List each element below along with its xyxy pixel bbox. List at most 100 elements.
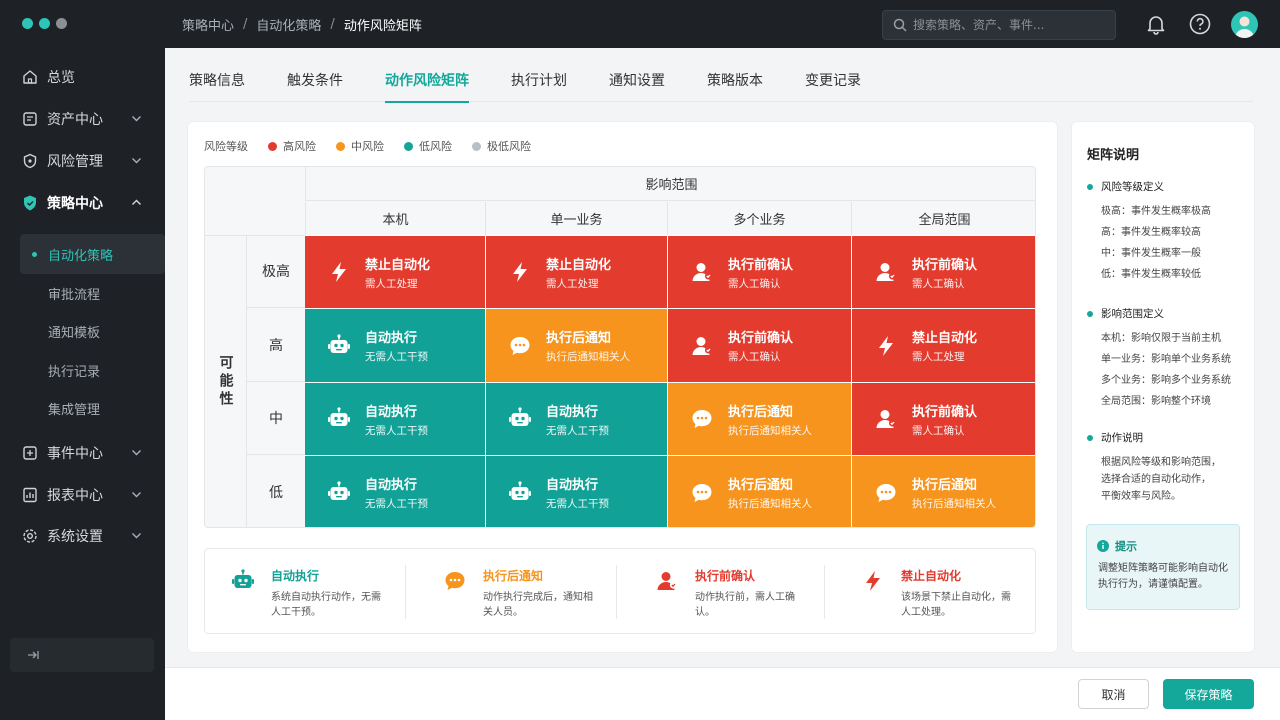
sub-item-integrations[interactable]: 集成管理: [0, 389, 165, 427]
active-dot: [32, 252, 37, 257]
cell-text: 执行前确认 需人工确认: [728, 254, 793, 291]
search-box[interactable]: [882, 10, 1116, 40]
action-desc: 系统自动执行动作，无需人工干预。: [271, 592, 381, 618]
sidebar-item-label: 事件中心: [47, 446, 103, 462]
collapse-sidebar-button[interactable]: [10, 638, 154, 672]
cell-title: 自动执行: [546, 478, 599, 493]
action-desc: 动作执行完成后，通知相关人员。: [483, 592, 593, 618]
row-header: 低: [269, 485, 283, 501]
sub-item-label: 集成管理: [48, 402, 101, 418]
tab-trigger[interactable]: 触发条件: [287, 58, 343, 102]
legend-swatch: [404, 141, 413, 151]
cell-title: 执行前确认: [912, 257, 978, 273]
cell-text: 自动执行 无需人工干预: [546, 401, 609, 438]
sub-item-approval[interactable]: 审批流程: [0, 274, 165, 312]
matrix-description-panel: 矩阵说明 风险等级定义 极高：事件发生概率极高 高：事件发生概率较高 中：事件发…: [1071, 121, 1255, 653]
section-label: 动作说明: [1101, 432, 1143, 444]
legend-swatch: [472, 141, 481, 151]
sidebar-item-settings[interactable]: 系统设置: [0, 515, 165, 557]
row-header: 极高: [247, 235, 305, 308]
matrix-cell[interactable]: 禁止自动化 需人工处理: [486, 236, 667, 308]
tab-versions[interactable]: 策略版本: [707, 58, 763, 102]
breadcrumb-item[interactable]: 自动化策略: [256, 15, 321, 34]
cell-subtitle: 无需人工干预: [546, 498, 609, 510]
tip-title-text: 提示: [1115, 540, 1137, 553]
tab-bar: 策略信息 触发条件 动作风险矩阵 执行计划 通知设置 策略版本 变更记录: [189, 58, 1253, 103]
cell-text: 自动执行 无需人工干预: [546, 474, 609, 511]
avatar[interactable]: [1231, 11, 1258, 38]
sub-item-templates[interactable]: 通知模板: [0, 312, 165, 350]
cell-text: 执行前确认 需人工确认: [728, 327, 793, 364]
breadcrumb-item[interactable]: 策略中心: [182, 15, 234, 34]
home-icon: [23, 70, 37, 84]
search-input[interactable]: [913, 18, 1103, 32]
matrix-cell[interactable]: 执行后通知 执行后通知相关人: [486, 309, 667, 382]
panel-line: 低：事件发生概率较低: [1101, 269, 1201, 280]
breadcrumb-sep: /: [243, 17, 248, 32]
matrix-cell[interactable]: 自动执行 无需人工干预: [305, 383, 485, 455]
sub-item-records[interactable]: 执行记录: [0, 351, 165, 389]
chevron-up-icon: [132, 199, 141, 205]
matrix-cell[interactable]: 禁止自动化 需人工处理: [305, 236, 485, 308]
tip-box: 提示 调整矩阵策略可能影响自动化执行行为，请谨慎配置。: [1086, 524, 1240, 610]
sub-item-automation[interactable]: 自动化策略: [0, 235, 165, 273]
tab-notify[interactable]: 通知设置: [609, 58, 665, 102]
risk-matrix: 影响范围 本机 单一业务 多个业务 全局范围 可能性 极高 高 中 低 禁止自动…: [204, 166, 1036, 528]
action-legend-item: 禁止自动化 该场景下禁止自动化，需人工处理。: [861, 549, 1011, 635]
action-title: 执行前确认: [695, 569, 756, 583]
help-icon[interactable]: [1188, 12, 1212, 36]
matrix-cell[interactable]: 执行前确认 需人工确认: [852, 236, 1035, 308]
sidebar-item-strategy[interactable]: 策略中心: [0, 182, 165, 224]
sidebar-item-label: 资产中心: [47, 112, 103, 128]
event-icon: [23, 446, 37, 460]
cell-title: 执行前确认: [728, 331, 794, 346]
cell-text: 自动执行 无需人工干预: [365, 401, 428, 438]
tip-title: 提示: [1097, 538, 1137, 554]
chevron-down-icon: [132, 533, 141, 539]
tab-info[interactable]: 策略信息: [189, 58, 245, 102]
chat-icon: [690, 407, 714, 431]
matrix-cell[interactable]: 执行后通知 执行后通知相关人: [668, 456, 851, 527]
tab-schedule[interactable]: 执行计划: [511, 58, 567, 102]
scope-title: 影响范围: [305, 167, 1035, 201]
chevron-down-icon: [132, 158, 141, 164]
save-button[interactable]: 保存策略: [1163, 679, 1254, 709]
matrix-cell[interactable]: 执行后通知 执行后通知相关人: [852, 456, 1035, 527]
sub-item-label: 审批流程: [48, 287, 101, 303]
matrix-cell[interactable]: 执行后通知 执行后通知相关人: [668, 383, 851, 455]
chat-icon: [443, 569, 467, 593]
sidebar-item-assets[interactable]: 资产中心: [0, 98, 165, 140]
cancel-button[interactable]: 取消: [1078, 679, 1149, 709]
chevron-down-icon: [132, 450, 141, 456]
window-dot: [22, 18, 33, 29]
matrix-cell[interactable]: 执行前确认 需人工确认: [668, 309, 851, 382]
sidebar-item-reports[interactable]: 报表中心: [0, 474, 165, 516]
matrix-cell[interactable]: 自动执行 无需人工干预: [486, 456, 667, 527]
action-legend-text: 禁止自动化 该场景下禁止自动化，需人工处理。: [901, 567, 1011, 635]
cell-text: 自动执行 无需人工干预: [365, 474, 428, 511]
bolt-icon: [327, 260, 351, 284]
sidebar-item-risk[interactable]: 风险管理: [0, 140, 165, 182]
matrix-cell[interactable]: 自动执行 无需人工干预: [305, 309, 485, 382]
cell-title: 执行后通知: [728, 478, 794, 493]
sidebar-item-overview[interactable]: 总览: [0, 56, 165, 98]
matrix-cell[interactable]: 自动执行 无需人工干预: [486, 383, 667, 455]
cell-text: 禁止自动化 需人工处理: [546, 254, 611, 291]
sidebar-item-events[interactable]: 事件中心: [0, 432, 165, 474]
gear-icon: [23, 529, 37, 543]
matrix-cell[interactable]: 自动执行 无需人工干预: [305, 456, 485, 527]
action-desc: 该场景下禁止自动化，需人工处理。: [901, 592, 1011, 618]
matrix-cell[interactable]: 执行前确认 需人工确认: [668, 236, 851, 308]
sidebar-item-label: 总览: [47, 70, 75, 86]
tab-risk-matrix[interactable]: 动作风险矩阵: [385, 58, 469, 103]
cell-text: 执行后通知 执行后通知相关人: [912, 474, 996, 511]
legend-item: 极低风险: [472, 138, 531, 154]
matrix-cell[interactable]: 禁止自动化 需人工处理: [852, 309, 1035, 382]
matrix-cell[interactable]: 执行前确认 需人工确认: [852, 383, 1035, 455]
action-desc: 动作执行前，需人工确认。: [695, 592, 795, 618]
bullet-dot: [1087, 183, 1093, 190]
bell-icon[interactable]: [1144, 12, 1168, 36]
tab-changelog[interactable]: 变更记录: [805, 58, 861, 102]
panel-line: 全局范围：影响整个环境: [1101, 396, 1211, 407]
expand-icon: [28, 651, 39, 659]
